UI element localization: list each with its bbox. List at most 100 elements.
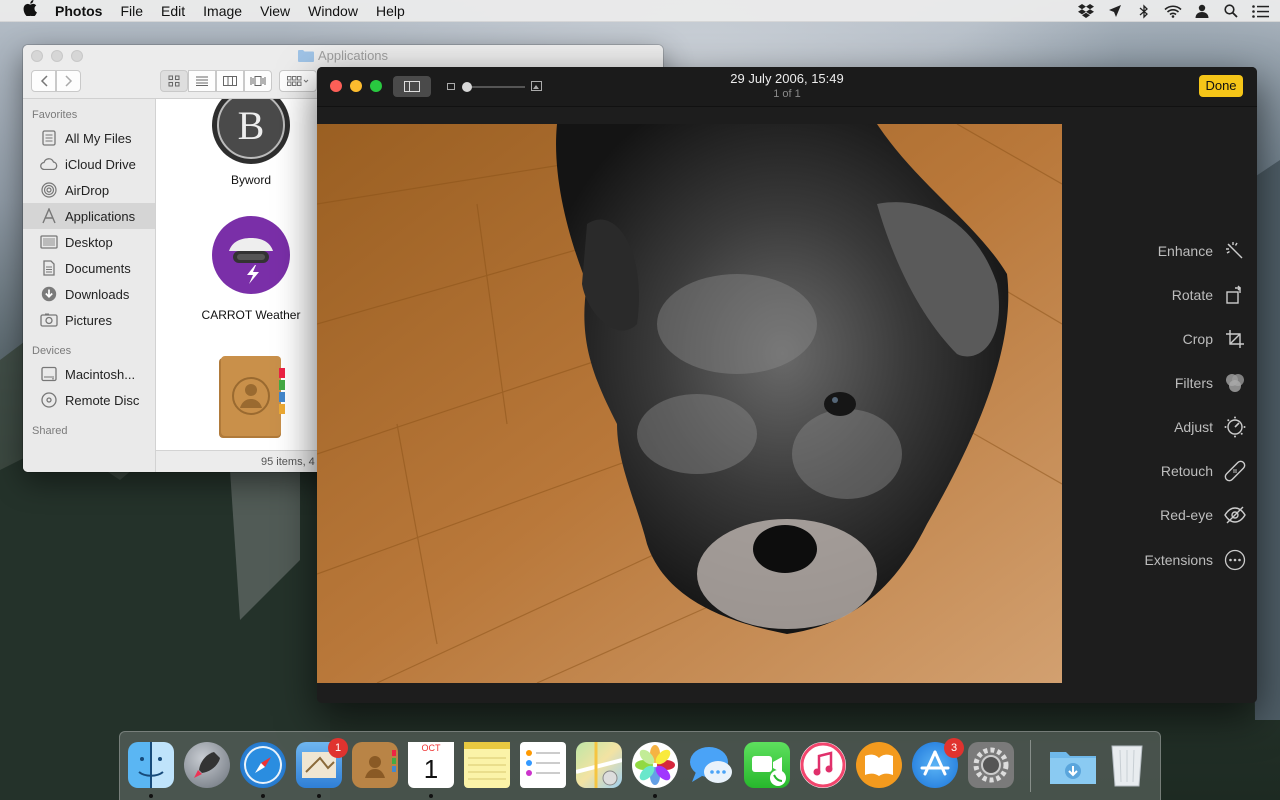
tool-label: Crop [1182, 331, 1213, 347]
dock-launchpad[interactable] [184, 742, 230, 788]
dock-trash[interactable] [1104, 742, 1150, 788]
disk-icon [39, 366, 59, 382]
dock-facetime[interactable] [744, 742, 790, 788]
favorites-header: Favorites [32, 109, 78, 121]
dock-notes[interactable] [464, 742, 510, 788]
rotate-icon [1223, 283, 1247, 307]
retouch-tool[interactable]: Retouch [1161, 457, 1247, 485]
spotlight-icon[interactable] [1221, 3, 1241, 19]
sidebar-item-documents[interactable]: Documents [23, 255, 155, 281]
dock-system-preferences[interactable] [968, 742, 1014, 788]
dock-itunes[interactable] [800, 742, 846, 788]
dock-ibooks[interactable] [856, 742, 902, 788]
enhance-tool[interactable]: Enhance [1158, 237, 1247, 265]
sidebar-item-airdrop[interactable]: AirDrop [23, 177, 155, 203]
sidebar-item-label: iCloud Drive [65, 156, 136, 172]
back-button[interactable] [31, 70, 56, 92]
menu-edit[interactable]: Edit [161, 3, 185, 19]
sidebar-item-downloads[interactable]: Downloads [23, 281, 155, 307]
sidebar-item-all-my-files[interactable]: All My Files [23, 125, 155, 151]
app-item-byword[interactable]: B Byword [196, 99, 306, 187]
notification-center-icon[interactable] [1250, 3, 1270, 19]
dock-finder[interactable] [128, 742, 174, 798]
sidebar-item-label: Macintosh... [65, 366, 136, 382]
byword-icon: B [211, 99, 291, 165]
crop-tool[interactable]: Crop [1183, 325, 1247, 353]
list-view-button[interactable] [188, 70, 216, 92]
dock-messages[interactable] [688, 742, 734, 788]
documents-icon [39, 260, 59, 276]
sidebar-item-icloud-drive[interactable]: iCloud Drive [23, 151, 155, 177]
app-item-carrot-weather[interactable]: CARROT Weather [196, 215, 306, 322]
rotate-tool[interactable]: Rotate [1172, 281, 1247, 309]
menu-bar: Photos File Edit Image View Window Help [0, 0, 1280, 22]
remote-disc-icon [39, 392, 59, 408]
dock-maps[interactable] [575, 742, 623, 788]
sidebar-item-desktop[interactable]: Desktop [23, 229, 155, 255]
calendar-day: 1 [423, 754, 439, 784]
shared-header: Shared [32, 425, 68, 437]
photos-titlebar[interactable]: 29 July 2006, 15:49 1 of 1 Done [317, 67, 1257, 107]
tool-label: Retouch [1160, 463, 1213, 479]
dock-app-store[interactable]: 3 [912, 738, 964, 788]
minimize-button[interactable] [51, 50, 63, 62]
app-label: Byword [230, 173, 271, 187]
bluetooth-icon[interactable] [1134, 3, 1154, 19]
sidebar-item-pictures[interactable]: Pictures [23, 307, 155, 333]
filters-tool[interactable]: Filters [1175, 369, 1247, 397]
adjust-tool[interactable]: Adjust [1174, 413, 1247, 441]
menu-help[interactable]: Help [376, 3, 405, 19]
arrange-button[interactable] [279, 70, 317, 92]
dock-mail[interactable]: 1 [296, 738, 348, 798]
column-view-button[interactable] [216, 70, 244, 92]
close-button[interactable] [31, 50, 43, 62]
extensions-tool[interactable]: Extensions [1145, 546, 1247, 574]
dock-contacts[interactable] [352, 742, 398, 788]
menu-app-name[interactable]: Photos [55, 3, 102, 19]
cover-flow-button[interactable] [244, 70, 272, 92]
airdrop-icon [39, 182, 59, 198]
menu-window[interactable]: Window [308, 3, 358, 19]
done-button[interactable]: Done [1199, 75, 1243, 97]
sidebar-item-macintosh[interactable]: Macintosh... [23, 361, 155, 387]
wifi-icon[interactable] [1163, 3, 1183, 19]
red-eye-tool[interactable]: Red-eye [1160, 501, 1247, 529]
dock-downloads-stack[interactable] [1048, 742, 1096, 788]
user-icon[interactable] [1192, 3, 1212, 19]
tool-label: Red-eye [1160, 507, 1213, 523]
calendar-month: OCT [408, 742, 454, 754]
photo-canvas[interactable] [317, 124, 1062, 683]
apple-menu-icon[interactable] [20, 0, 40, 21]
desktop-icon [39, 234, 59, 250]
dock-separator [1030, 740, 1031, 792]
red-eye-icon [1223, 503, 1247, 527]
sidebar-item-label: Pictures [65, 312, 112, 328]
icon-view-button[interactable] [160, 70, 188, 92]
dock-calendar[interactable]: OCT 1 [408, 742, 454, 798]
dock-reminders[interactable] [520, 742, 566, 788]
sidebar-item-label: Downloads [65, 286, 130, 302]
tool-label: Extensions [1144, 552, 1213, 568]
sidebar-item-label: Desktop [65, 234, 113, 250]
dropbox-icon[interactable] [1076, 3, 1096, 19]
menu-view[interactable]: View [260, 3, 290, 19]
sidebar-item-applications[interactable]: Applications [23, 203, 155, 229]
tool-label: Rotate [1171, 287, 1213, 303]
photo-date: 29 July 2006, 15:49 [730, 71, 844, 86]
finder-titlebar[interactable]: Applications [23, 45, 663, 67]
all-files-icon [39, 130, 59, 146]
app-item-contacts[interactable] [206, 354, 296, 453]
dock-photos[interactable] [632, 742, 678, 798]
menu-image[interactable]: Image [203, 3, 242, 19]
location-icon[interactable] [1105, 3, 1125, 19]
menu-file[interactable]: File [120, 3, 143, 19]
contacts-icon [213, 354, 289, 445]
forward-button[interactable] [56, 70, 81, 92]
pictures-icon [39, 312, 59, 328]
sidebar-item-remote-disc[interactable]: Remote Disc [23, 387, 155, 413]
tool-label: Filters [1174, 375, 1213, 391]
crop-icon [1223, 327, 1247, 351]
dog-photo-image [317, 124, 1062, 683]
dock-safari[interactable] [240, 742, 286, 798]
zoom-button[interactable] [71, 50, 83, 62]
